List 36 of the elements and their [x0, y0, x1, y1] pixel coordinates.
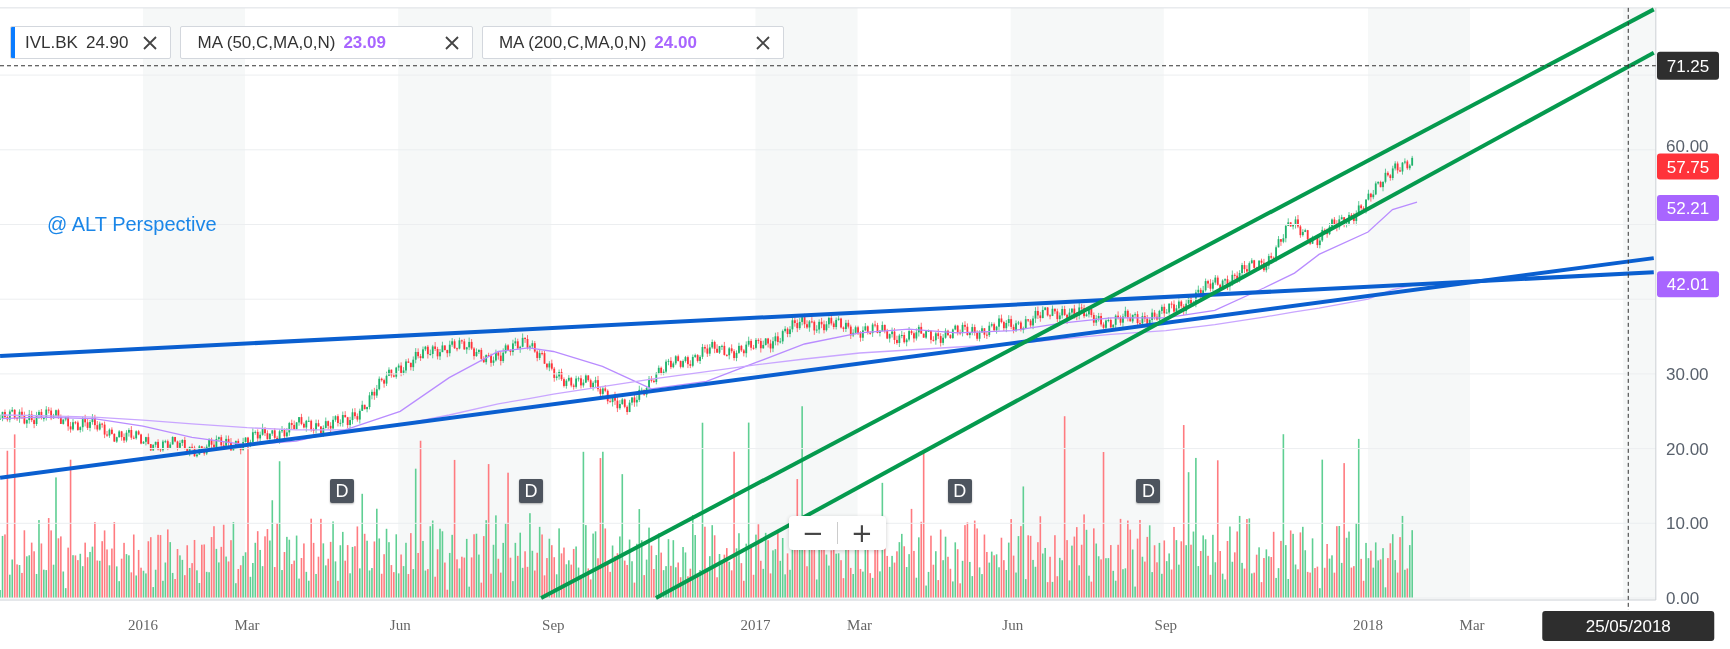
price-tag: 42.01 — [1657, 271, 1719, 298]
series-value: 24.00 — [654, 32, 697, 53]
axis-label: Sep — [542, 617, 565, 633]
axis-label: 2017 — [740, 617, 771, 633]
chart-note: @ ALT Perspective — [47, 213, 217, 236]
axis-label: Mar — [847, 617, 873, 633]
axis-label: 30.00 — [1666, 364, 1709, 384]
dividend-marker[interactable]: D — [330, 479, 355, 503]
axis-label: 10.00 — [1666, 514, 1709, 534]
series-value: 23.09 — [343, 32, 386, 53]
axis-label: Jun — [389, 617, 411, 633]
series-name: IVL.BK — [25, 32, 78, 53]
price-tag: 71.25 — [1657, 51, 1719, 80]
close-icon[interactable] — [443, 34, 460, 51]
axis-label: Sep — [1154, 617, 1178, 633]
close-icon[interactable] — [142, 34, 159, 51]
series-name: MA (200,C,MA,0,N) — [498, 32, 647, 53]
series-value: 24.90 — [85, 32, 129, 53]
axis-label: Mar — [1459, 617, 1485, 633]
axis-label: 0.00 — [1666, 589, 1700, 608]
close-icon[interactable] — [754, 34, 771, 51]
axis-label: 60.00 — [1666, 136, 1709, 156]
axis-label: 2018 — [1352, 617, 1383, 633]
axis-label: Jun — [1002, 617, 1024, 633]
price-tag: 52.21 — [1657, 195, 1719, 221]
date-tag: 25/05/2018 — [1542, 611, 1715, 641]
series-name: MA (50,C,MA,0,N) — [197, 32, 336, 53]
axis-label: 20.00 — [1666, 439, 1709, 459]
zoom-in-button[interactable]: + — [838, 516, 886, 550]
axis-label: Mar — [234, 617, 260, 633]
dividend-marker[interactable]: D — [947, 479, 972, 503]
dividend-marker[interactable]: D — [518, 479, 543, 503]
axis-label: 2016 — [128, 617, 158, 633]
price-tag: 57.75 — [1657, 153, 1719, 180]
dividend-marker[interactable]: D — [1136, 479, 1161, 503]
zoom-out-button[interactable]: − — [789, 516, 837, 550]
